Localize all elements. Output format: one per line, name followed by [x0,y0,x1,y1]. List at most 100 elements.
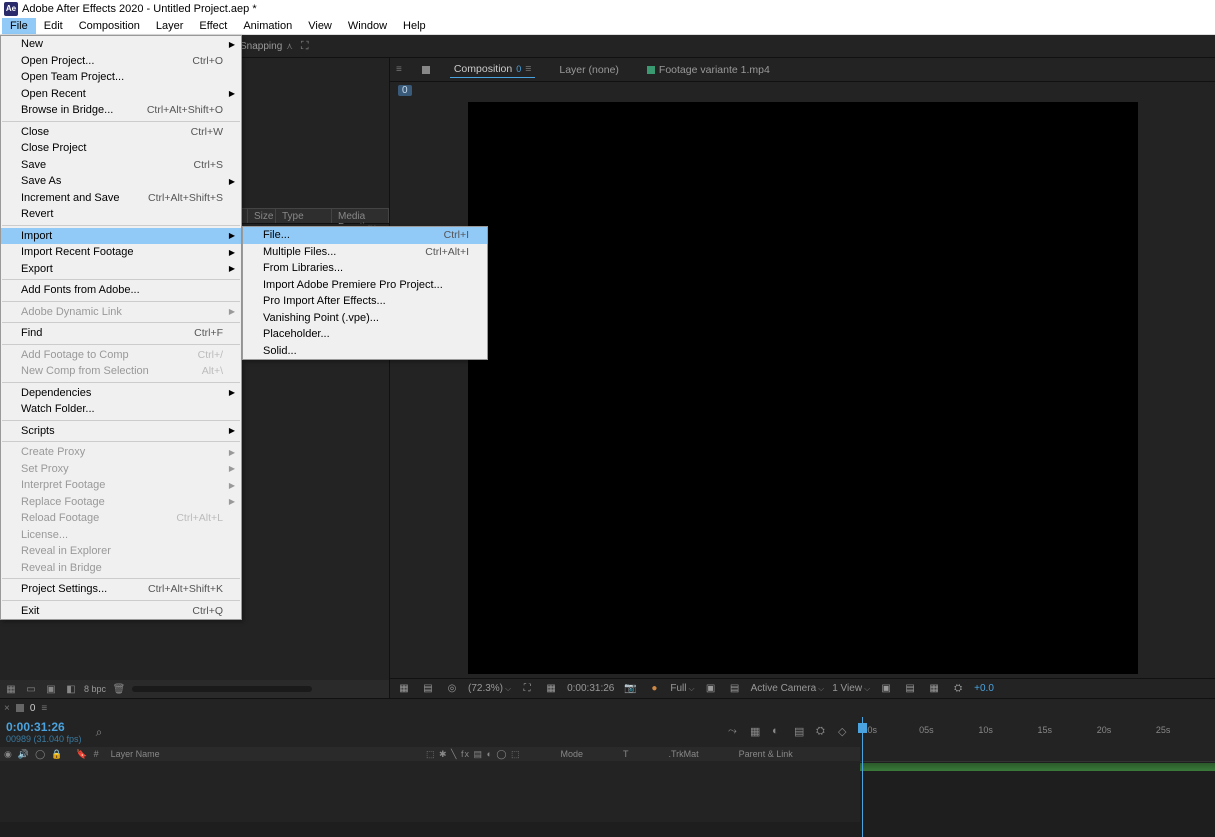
comp-badge[interactable]: 0 [398,85,412,96]
menu-view[interactable]: View [300,18,340,34]
file-menu-exit[interactable]: ExitCtrl+Q [1,603,241,620]
menu-layer[interactable]: Layer [148,18,192,34]
tab-layer[interactable]: Layer (none) [555,62,623,78]
col-trkmat[interactable]: .TrkMat [669,749,699,759]
file-menu-find[interactable]: FindCtrl+F [1,325,241,342]
file-menu-import[interactable]: Import▶ [1,228,241,245]
col-type[interactable]: Type [276,209,332,223]
grid-icon[interactable]: ▤ [420,682,436,696]
interpret-icon[interactable]: ▦ [4,683,18,695]
guide-icon[interactable]: ◎ [444,682,460,696]
file-menu-new[interactable]: New▶ [1,36,241,53]
col-layername[interactable]: Layer Name [111,749,160,759]
roi-icon[interactable]: ⛶ [519,682,535,696]
color-manage-icon[interactable]: ▦ [926,682,942,696]
import-menu-solid-[interactable]: Solid... [243,343,487,360]
transparency-icon[interactable]: ▦ [543,682,559,696]
file-menu-save-as[interactable]: Save As▶ [1,173,241,190]
file-menu-license-: License... [1,527,241,544]
visibility-icon[interactable]: ◉ [4,749,12,760]
menu-help[interactable]: Help [395,18,434,34]
footage-color-icon [647,66,655,74]
trash-icon[interactable]: 🗑 [112,683,126,695]
graph-icon[interactable]: ▤ [794,725,810,739]
reset-icon[interactable]: ⛭ [950,682,966,696]
import-menu-placeholder-[interactable]: Placeholder... [243,326,487,343]
app-title: Adobe After Effects 2020 - Untitled Proj… [22,3,257,15]
import-menu-vanishing-point-vpe-[interactable]: Vanishing Point (.vpe)... [243,310,487,327]
file-menu-interpret-footage: Interpret Footage▶ [1,477,241,494]
marker-icon[interactable]: ◇ [838,725,854,739]
fast-preview-icon[interactable]: ▣ [703,682,719,696]
timecode[interactable]: 0:00:31:26 [6,720,82,734]
tab-composition[interactable]: Composition 0 ≡ [450,61,536,78]
menu-effect[interactable]: Effect [191,18,235,34]
timeline-icon[interactable]: ▤ [727,682,743,696]
import-menu-import-adobe-premiere-pro-project-[interactable]: Import Adobe Premiere Pro Project... [243,277,487,294]
menu-animation[interactable]: Animation [235,18,300,34]
project-settings-icon[interactable]: ◧ [64,683,78,695]
exposure[interactable]: +0.0 [974,683,994,694]
col-t[interactable]: T [623,749,629,759]
zoom-slider[interactable] [132,686,312,692]
mask-icon[interactable]: ▦ [396,682,412,696]
file-menu-close-project[interactable]: Close Project [1,140,241,157]
file-menu-save[interactable]: SaveCtrl+S [1,157,241,174]
col-mode[interactable]: Mode [560,749,583,759]
file-menu-watch-folder-[interactable]: Watch Folder... [1,401,241,418]
file-menu-browse-in-bridge-[interactable]: Browse in Bridge...Ctrl+Alt+Shift+O [1,102,241,119]
pixel-aspect-icon[interactable]: ▣ [878,682,894,696]
col-duration[interactable]: Media Duration [332,209,389,223]
file-menu-revert[interactable]: Revert [1,206,241,223]
resolution-dropdown[interactable]: Full⌵ [670,683,694,694]
shy-icon[interactable]: ⤳ [728,725,744,739]
file-menu-open-project-[interactable]: Open Project...Ctrl+O [1,53,241,70]
zoom-dropdown[interactable]: (72.3%)⌵ [468,683,511,694]
import-menu-pro-import-after-effects-[interactable]: Pro Import After Effects... [243,293,487,310]
label-icon[interactable]: 🔖 [76,749,87,760]
file-menu-export[interactable]: Export▶ [1,261,241,278]
motion-blur-icon[interactable]: ◐ [772,725,788,739]
camera-dropdown[interactable]: Active Camera⌵ [751,683,825,694]
switches-icon[interactable]: ⛭ [816,725,832,739]
time-display[interactable]: 0:00:31:26 [567,683,614,694]
search-icon[interactable]: ⌕ [96,725,103,740]
bpc-label[interactable]: 8 bpc [84,684,106,694]
tab-footage[interactable]: Footage variante 1.mp4 [643,62,774,78]
file-menu-open-team-project-[interactable]: Open Team Project... [1,69,241,86]
file-menu-scripts[interactable]: Scripts▶ [1,423,241,440]
file-menu-increment-and-save[interactable]: Increment and SaveCtrl+Alt+Shift+S [1,190,241,207]
import-menu-multiple-files-[interactable]: Multiple Files...Ctrl+Alt+I [243,244,487,261]
timeline-track-area[interactable] [860,761,1215,822]
viewer-icon[interactable]: ▤ [902,682,918,696]
menu-edit[interactable]: Edit [36,18,71,34]
snapshot-icon[interactable]: 📷 [622,682,638,696]
ruler-tick: 15s [1038,725,1097,741]
solo-icon[interactable]: ◯ [35,749,45,760]
viewer[interactable] [390,98,1215,678]
audio-icon[interactable]: 🔊 [18,749,29,760]
lock-icon[interactable]: 🔒 [51,749,62,760]
file-menu-close[interactable]: CloseCtrl+W [1,124,241,141]
col-size[interactable]: Size [248,209,276,223]
tl-tab[interactable]: 0 [30,703,36,714]
file-menu-import-recent-footage[interactable]: Import Recent Footage▶ [1,244,241,261]
file-menu-dependencies[interactable]: Dependencies▶ [1,385,241,402]
menu-window[interactable]: Window [340,18,395,34]
channel-icon[interactable]: ● [646,682,662,696]
playhead[interactable] [862,717,863,837]
menu-composition[interactable]: Composition [71,18,148,34]
folder-icon[interactable]: ▭ [24,683,38,695]
file-menu-add-fonts-from-adobe-[interactable]: Add Fonts from Adobe... [1,282,241,299]
view-dropdown[interactable]: 1 View⌵ [832,683,870,694]
menu-file[interactable]: File [2,18,36,34]
file-menu-project-settings-[interactable]: Project Settings...Ctrl+Alt+Shift+K [1,581,241,598]
import-menu-from-libraries-[interactable]: From Libraries... [243,260,487,277]
track-bar[interactable] [860,763,1215,771]
file-menu-open-recent[interactable]: Open Recent▶ [1,86,241,103]
col-parent[interactable]: Parent & Link [739,749,793,759]
new-comp-icon[interactable]: ▣ [44,683,58,695]
composition-panel: ≡ Composition 0 ≡ Layer (none) Footage v… [390,58,1215,698]
import-menu-file-[interactable]: File...Ctrl+I [243,227,487,244]
frame-blend-icon[interactable]: ▦ [750,725,766,739]
